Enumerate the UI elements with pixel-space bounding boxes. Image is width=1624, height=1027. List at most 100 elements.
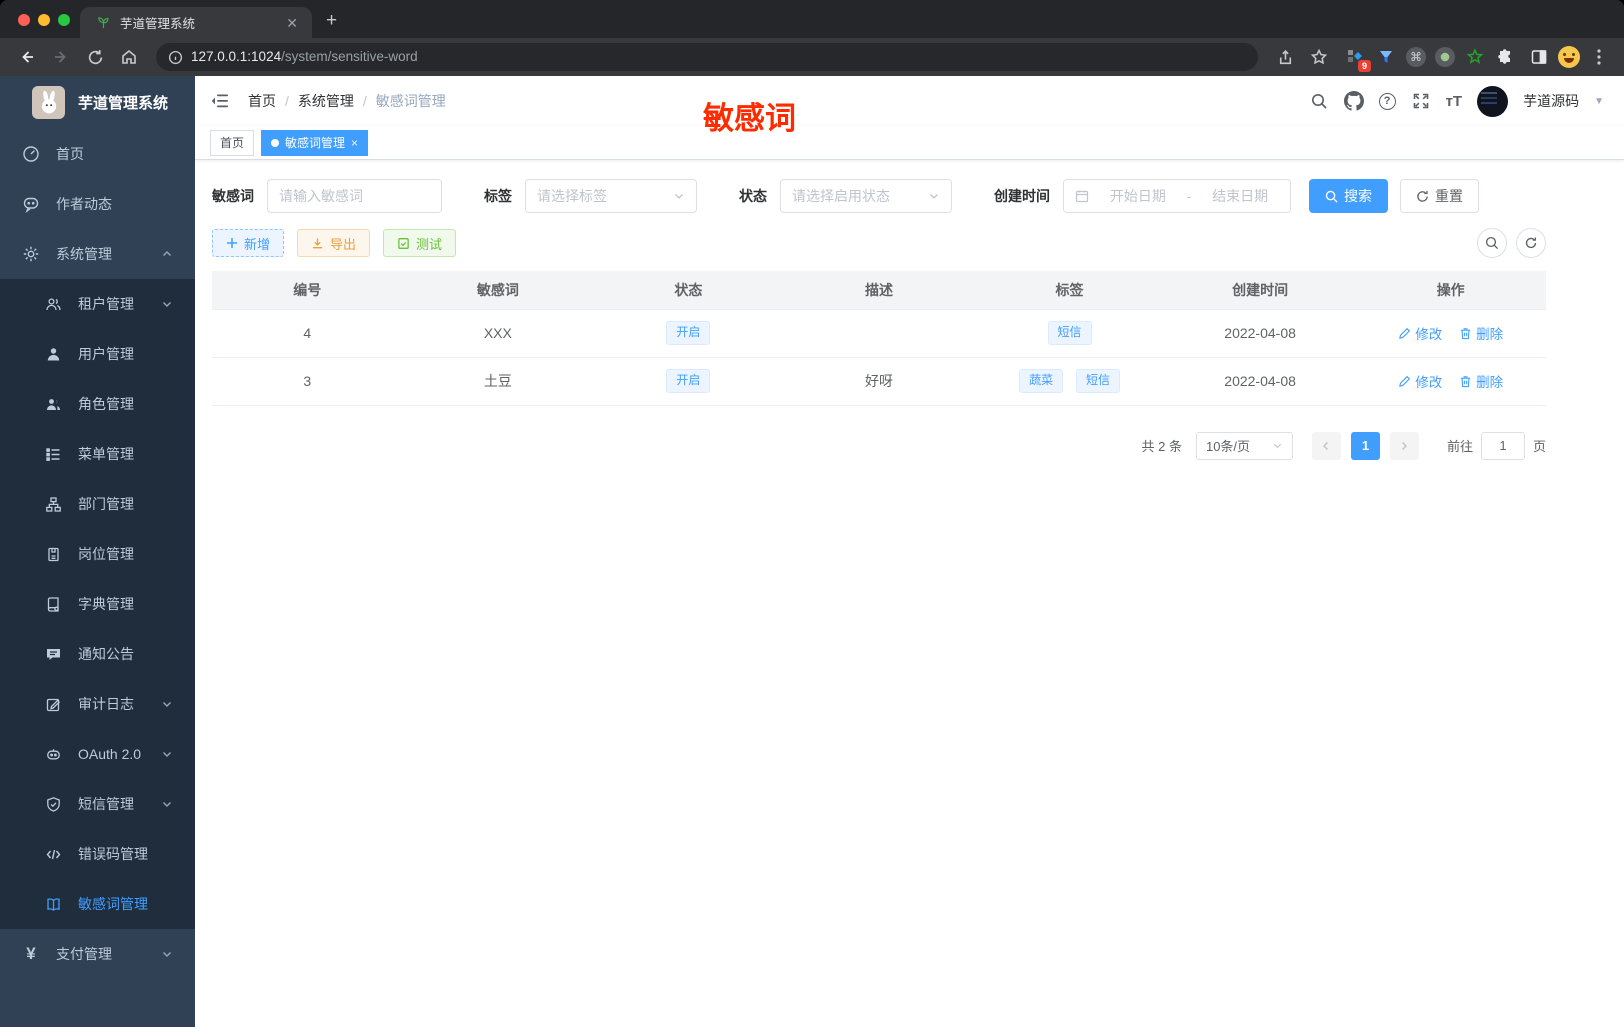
extension-grid-icon[interactable]: 9 xyxy=(1344,46,1371,72)
share-icon[interactable] xyxy=(1270,42,1300,72)
sidebar-item-dict[interactable]: 字典管理 xyxy=(0,579,195,629)
prev-page-icon[interactable] xyxy=(1311,431,1341,460)
chevron-down-icon xyxy=(928,190,940,202)
app-title: 芋道管理系统 xyxy=(78,95,169,112)
help-icon[interactable]: ? xyxy=(1378,92,1396,110)
sidebar-item-pay[interactable]: ¥ 支付管理 xyxy=(0,929,195,979)
chevron-down-icon xyxy=(161,948,173,960)
delete-link[interactable]: 删除 xyxy=(1459,323,1503,343)
site-info-icon[interactable] xyxy=(168,50,183,65)
edit-link[interactable]: 修改 xyxy=(1398,323,1442,343)
tags-view-bar: 首页 敏感词管理 × xyxy=(195,126,1624,160)
page-size-select[interactable]: 10条/页 xyxy=(1195,431,1293,460)
new-tab-button[interactable]: + xyxy=(326,10,337,38)
edit-link[interactable]: 修改 xyxy=(1398,371,1442,391)
reload-icon[interactable] xyxy=(80,42,110,72)
sidebar-item-errorcode[interactable]: 错误码管理 xyxy=(0,829,195,879)
sidebar-item-sensitive-word[interactable]: 敏感词管理 xyxy=(0,879,195,929)
chevron-down-icon xyxy=(673,190,685,202)
cell-created: 2022-04-08 xyxy=(1164,309,1356,358)
breadcrumb-system[interactable]: 系统管理 xyxy=(298,91,354,111)
side-panel-icon[interactable] xyxy=(1524,42,1554,72)
github-icon[interactable] xyxy=(1343,91,1364,111)
sidebar-item-user[interactable]: 用户管理 xyxy=(0,329,195,379)
sidebar-item-menu[interactable]: 菜单管理 xyxy=(0,429,195,479)
sidebar-item-author-news[interactable]: 作者动态 xyxy=(0,179,195,229)
extension-funnel-icon[interactable] xyxy=(1375,46,1397,68)
extensions-puzzle-icon[interactable] xyxy=(1490,42,1520,72)
notice-bubble-icon xyxy=(44,645,62,663)
font-size-icon[interactable]: тT xyxy=(1446,93,1463,110)
forward-icon[interactable] xyxy=(46,42,76,72)
fullscreen-icon[interactable] xyxy=(1411,91,1431,111)
tag-badge: 短信 xyxy=(1047,321,1092,345)
end-date-placeholder: 结束日期 xyxy=(1212,188,1269,204)
tag-badge: 蔬菜 xyxy=(1019,369,1064,393)
tag-close-icon[interactable]: × xyxy=(351,136,358,150)
col-tags: 标签 xyxy=(974,271,1165,309)
delete-link[interactable]: 删除 xyxy=(1459,371,1503,391)
filter-tag: 标签 请选择标签 xyxy=(484,179,697,213)
sidebar-item-audit-log[interactable]: 审计日志 xyxy=(0,679,195,729)
back-icon[interactable] xyxy=(12,42,42,72)
sidebar-item-sms[interactable]: 短信管理 xyxy=(0,779,195,829)
breadcrumb-separator: / xyxy=(362,93,367,109)
page-number-current[interactable]: 1 xyxy=(1350,431,1380,460)
zoom-window-button[interactable] xyxy=(58,14,70,26)
keyword-input[interactable] xyxy=(279,188,430,204)
tag-view-sensitive-word[interactable]: 敏感词管理 × xyxy=(261,129,369,156)
sidebar-item-dept[interactable]: 部门管理 xyxy=(0,479,195,529)
refresh-table-icon[interactable] xyxy=(1516,228,1546,258)
user-name[interactable]: 芋道源码 xyxy=(1523,91,1579,111)
sidebar-item-post[interactable]: 岗位管理 xyxy=(0,529,195,579)
chevron-down-icon xyxy=(161,748,173,760)
extension-green-star-icon[interactable] xyxy=(1464,46,1486,68)
export-button[interactable]: 导出 xyxy=(297,229,371,257)
goto-page-input[interactable] xyxy=(1480,431,1525,460)
browser-window: 芋道管理系统 ✕ + 127.0.0.1:1024/system/sensiti… xyxy=(0,0,1624,1027)
user-avatar[interactable] xyxy=(1477,85,1509,117)
system-submenu: 租户管理 用户管理 角色管理 菜单管理 部门管理 岗位管理 字典管理 通知公告 … xyxy=(0,279,195,929)
breadcrumb-home[interactable]: 首页 xyxy=(248,91,276,111)
table-row: 4 XXX 开启 短信 2022-04-08 修改 删除 xyxy=(212,309,1546,358)
status-select[interactable]: 请选择启用状态 xyxy=(780,179,952,213)
close-window-button[interactable] xyxy=(18,14,30,26)
bookmark-star-icon[interactable] xyxy=(1304,42,1334,72)
tab-close-icon[interactable]: ✕ xyxy=(282,14,302,32)
minimize-window-button[interactable] xyxy=(38,14,50,26)
tag-select[interactable]: 请选择标签 xyxy=(525,179,697,213)
date-range-picker[interactable]: 开始日期 - 结束日期 xyxy=(1063,179,1291,213)
chevron-down-icon xyxy=(161,298,173,310)
sidebar-item-system[interactable]: 系统管理 xyxy=(0,229,195,279)
col-id: 编号 xyxy=(212,271,403,309)
profile-avatar-emoji[interactable] xyxy=(1558,46,1580,68)
toggle-search-icon[interactable] xyxy=(1477,228,1507,258)
url-bar[interactable]: 127.0.0.1:1024/system/sensitive-word xyxy=(156,43,1258,71)
sidebar-item-tenant[interactable]: 租户管理 xyxy=(0,279,195,329)
test-button[interactable]: 测试 xyxy=(383,229,457,257)
extension-record-icon[interactable] xyxy=(1435,47,1455,67)
chat-icon xyxy=(22,195,40,213)
sidebar-collapse-icon[interactable] xyxy=(210,90,232,112)
sidebar-item-oauth[interactable]: OAuth 2.0 xyxy=(0,729,195,779)
search-button[interactable]: 搜索 xyxy=(1309,179,1388,213)
tag-view-home[interactable]: 首页 xyxy=(210,129,255,156)
sidebar-item-notice[interactable]: 通知公告 xyxy=(0,629,195,679)
sidebar-item-role[interactable]: 角色管理 xyxy=(0,379,195,429)
browser-tab[interactable]: 芋道管理系统 ✕ xyxy=(80,7,312,38)
reset-button[interactable]: 重置 xyxy=(1400,179,1479,213)
user-caret-down-icon[interactable]: ▼ xyxy=(1594,96,1604,107)
add-button[interactable]: 新增 xyxy=(212,229,285,257)
role-users-icon xyxy=(44,395,62,413)
app-logo-row[interactable]: 芋道管理系统 xyxy=(0,76,195,129)
header-search-icon[interactable] xyxy=(1309,91,1329,111)
gear-icon xyxy=(22,245,40,263)
extension-command-icon[interactable]: ⌘ xyxy=(1406,47,1426,67)
browser-menu-kebab-icon[interactable] xyxy=(1584,42,1614,72)
sidebar-item-home[interactable]: 首页 xyxy=(0,129,195,179)
breadcrumb-current: 敏感词管理 xyxy=(375,93,446,109)
page-unit-label: 页 xyxy=(1532,439,1546,454)
next-page-icon[interactable] xyxy=(1389,431,1419,460)
home-icon[interactable] xyxy=(114,42,144,72)
status-label: 状态 xyxy=(739,188,767,204)
